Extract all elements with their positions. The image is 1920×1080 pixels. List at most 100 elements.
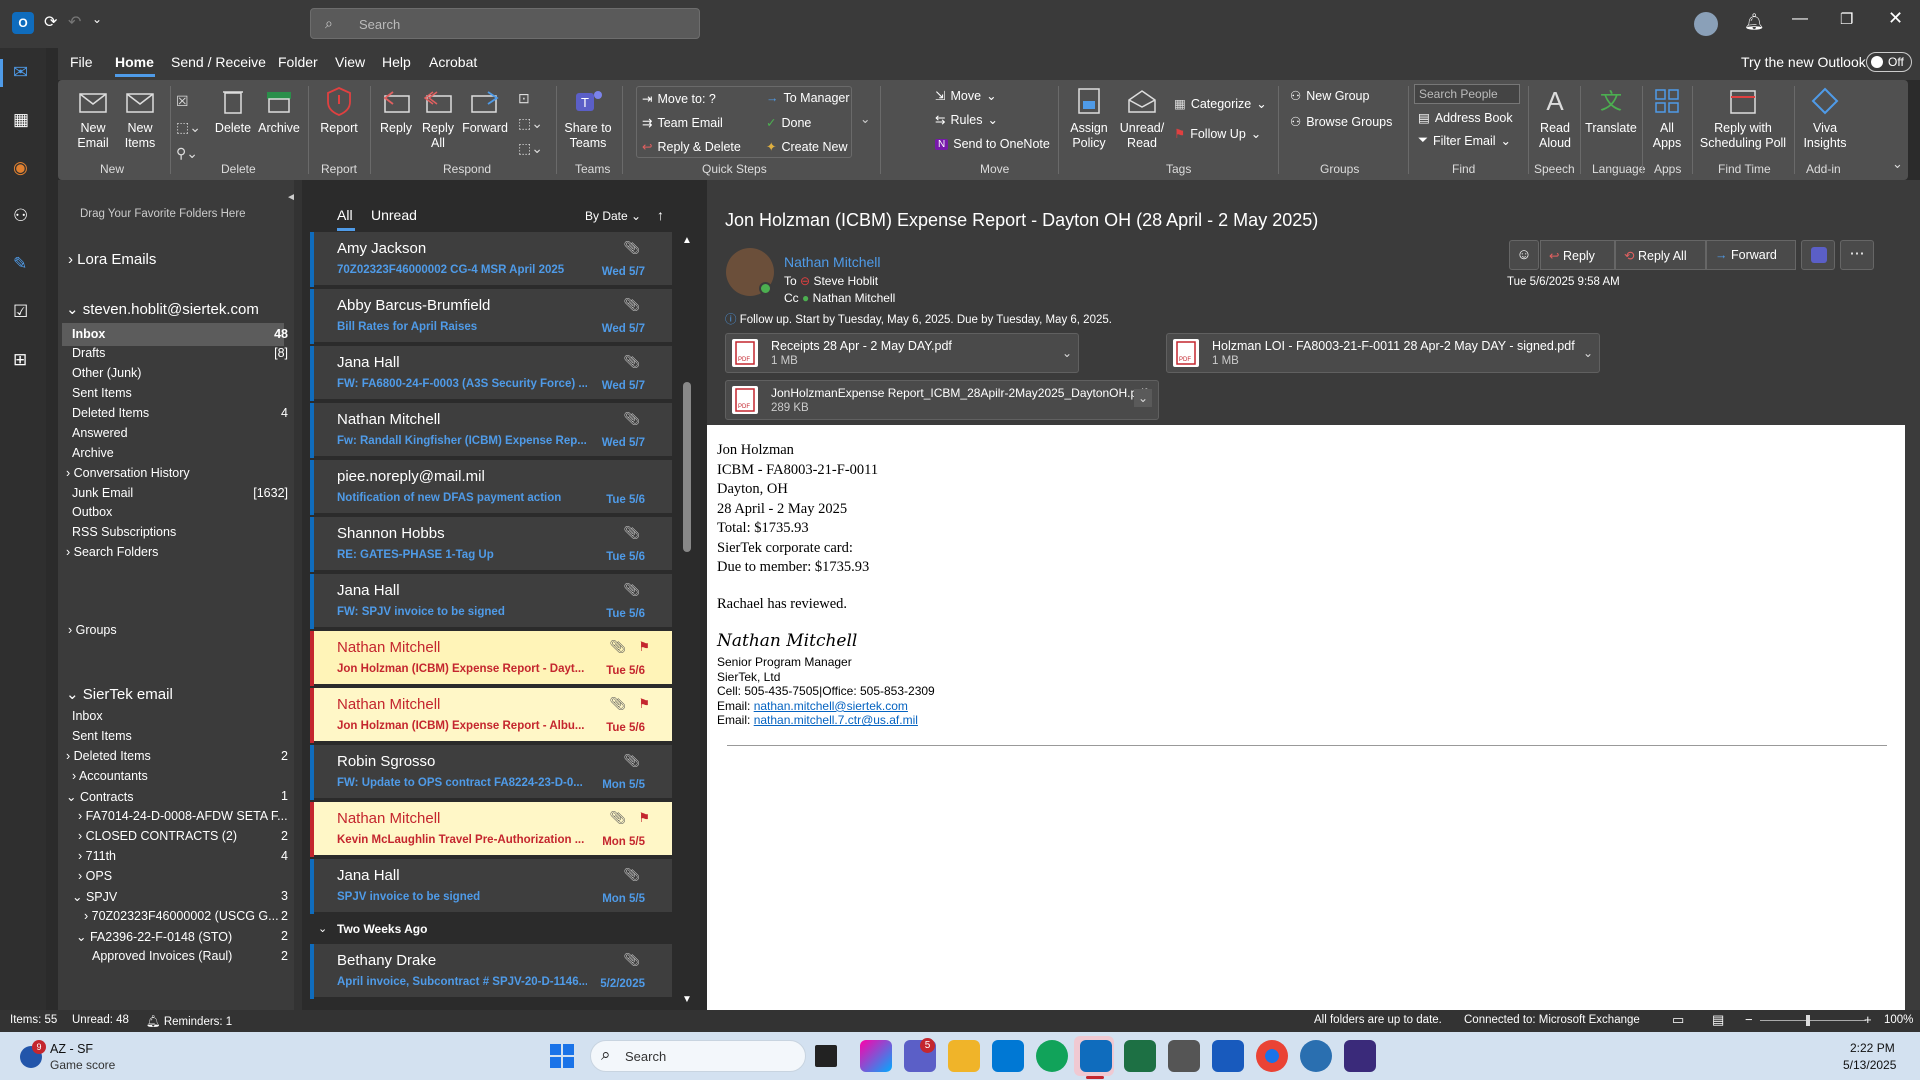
scroll-down-icon[interactable]: ▼ [682, 994, 692, 1005]
weather-title[interactable]: AZ - SF [50, 1042, 93, 1056]
list-item[interactable]: Jana Hall FW: SPJV invoice to be signed Tu… [310, 574, 672, 629]
email-link[interactable]: nathan.mitchell.7.ctr@us.af.mil [754, 713, 918, 727]
forward-button[interactable]: → Forward [1706, 240, 1796, 270]
list-item[interactable]: Jana Hall SPJV invoice to be signed Mon 5/… [310, 859, 672, 914]
scroll-thumb[interactable] [683, 382, 691, 552]
assign-policy-button[interactable]: Assign Policy [1064, 84, 1114, 151]
folder-item[interactable]: Answered [72, 426, 128, 440]
reading-view-icon[interactable]: ▤ [1712, 1012, 1724, 1028]
copilot-icon[interactable] [860, 1040, 892, 1072]
search-people-input[interactable]: Search People [1414, 84, 1520, 104]
cc-recipient[interactable]: Nathan Mitchell [813, 291, 896, 305]
folder-scrollbar[interactable] [294, 180, 302, 1010]
clock-date[interactable]: 5/13/2025 [1843, 1058, 1896, 1072]
folder-item[interactable]: › OPS [78, 869, 112, 883]
attachment-receipts[interactable]: PDF Receipts 28 Apr - 2 May DAY.pdf 1 MB… [725, 333, 1079, 373]
list-item[interactable]: Shannon Hobbs RE: GATES-PHASE 1-Tag Up Tue… [310, 517, 672, 572]
tab-folder[interactable]: Folder [278, 54, 318, 70]
task-view-icon[interactable] [815, 1045, 837, 1067]
taskbar-search[interactable]: ⌕ Search [590, 1040, 806, 1072]
ribbon-collapse-icon[interactable]: ⌄ [1892, 156, 1903, 172]
viva-insights-button[interactable]: Viva Insights [1798, 84, 1852, 151]
avatar[interactable] [1694, 12, 1718, 36]
sort-by-date[interactable]: By Date ⌄ [585, 209, 641, 223]
search-box[interactable]: ⌕ Search [310, 8, 700, 39]
todo-icon[interactable]: ✎ [13, 254, 27, 274]
rules-button[interactable]: ⇆ Rules ⌄ [935, 112, 998, 128]
address-book-button[interactable]: ▤ Address Book [1418, 110, 1513, 126]
folder-item[interactable]: ⌄ Contracts [66, 789, 133, 804]
zoom-out-icon[interactable]: − [1745, 1012, 1753, 1027]
ribbon-forward-button[interactable]: Forward [460, 84, 510, 136]
folder-item[interactable]: Outbox [72, 505, 112, 519]
folder-item[interactable]: RSS Subscriptions [72, 525, 176, 539]
app-icon[interactable] [1300, 1040, 1332, 1072]
folder-item[interactable]: Sent Items [72, 386, 132, 400]
people-icon[interactable]: ⚇ [13, 206, 28, 226]
all-apps-button[interactable]: All Apps [1646, 84, 1688, 151]
quickstep-create-new[interactable]: ✦ Create New [766, 139, 847, 155]
list-item[interactable]: Robin Sgrosso FW: Update to OPS contract … [310, 745, 672, 800]
bell-icon[interactable]: 🔔︎ [1744, 12, 1764, 32]
unread-read-button[interactable]: Unread/ Read [1116, 84, 1168, 151]
reply-all-button[interactable]: ⟲ Reply All [1615, 240, 1706, 270]
chrome-icon[interactable] [1256, 1040, 1288, 1072]
read-aloud-button[interactable]: A Read Aloud [1534, 84, 1576, 151]
folder-item[interactable]: ⌄ FA2396-22-F-0148 (STO) [76, 929, 232, 944]
scheduling-poll-button[interactable]: Reply with Scheduling Poll [1698, 84, 1788, 151]
windows-start-icon[interactable] [550, 1044, 574, 1068]
list-item[interactable]: Bethany Drake April invoice, Subcontract … [310, 944, 672, 999]
folder-item[interactable]: › 711th [78, 849, 116, 863]
customize-toolbar-icon[interactable]: ⌄ [92, 12, 102, 26]
folder-item[interactable]: Drafts [72, 346, 105, 360]
excel-icon[interactable] [1124, 1040, 1156, 1072]
folder-item[interactable]: ⌄ SPJV [72, 889, 117, 904]
flag-icon[interactable]: ⚑ [638, 696, 650, 712]
sender-name[interactable]: Nathan Mitchell [784, 254, 881, 270]
tab-help[interactable]: Help [382, 54, 411, 70]
more-actions-button[interactable]: ⋯ [1840, 240, 1874, 270]
folder-item[interactable]: › Search Folders [66, 545, 158, 559]
translate-button[interactable]: 文 Translate [1584, 84, 1638, 136]
tab-file[interactable]: File [70, 54, 93, 70]
clock-time[interactable]: 2:22 PM [1850, 1041, 1895, 1055]
quickstep-team-email[interactable]: ⇉ Team Email [642, 115, 723, 131]
send-to-onenote-button[interactable]: N Send to OneNote [935, 137, 1050, 151]
try-new-outlook-toggle[interactable]: Off [1866, 52, 1912, 72]
folder-item[interactable]: Deleted Items [72, 406, 149, 420]
browse-groups-button[interactable]: ⚇ Browse Groups [1290, 114, 1392, 130]
list-item[interactable]: Amy Jackson 70Z02323F46000002 CG-4 MSR Ap… [310, 232, 672, 287]
scroll-up-icon[interactable]: ▲ [682, 235, 692, 246]
quick-steps-expand-icon[interactable]: ⌄ [860, 111, 870, 126]
share-to-teams-button[interactable]: T Share to Teams [562, 84, 614, 151]
cleanup-icons[interactable]: ☒ ⬚⌄ ⚲⌄ [176, 88, 201, 166]
folder-item[interactable]: Other (Junk) [72, 366, 141, 380]
ribbon-reply-all-button[interactable]: Reply All [418, 84, 458, 151]
minimize-button[interactable]: — [1792, 10, 1808, 28]
store-icon[interactable] [992, 1040, 1024, 1072]
zoom-in-icon[interactable]: + [1864, 1012, 1872, 1027]
folder-item[interactable]: › Accountants [72, 769, 148, 783]
filter-email-button[interactable]: ⏷ Filter Email ⌄ [1418, 133, 1511, 148]
folder-item[interactable]: Inbox [72, 709, 103, 723]
flag-icon[interactable]: ⚑ [638, 810, 650, 826]
calendar-icon[interactable]: ▦ [13, 110, 29, 130]
file-explorer-icon[interactable] [948, 1040, 980, 1072]
zoom-slider-thumb[interactable] [1806, 1015, 1810, 1026]
list-item[interactable]: piee.noreply@mail.mil Notification of new… [310, 460, 672, 515]
restore-button[interactable]: ❐ [1840, 10, 1853, 28]
folder-item[interactable]: › FA7014-24-D-0008-AFDW SETA F... [78, 809, 288, 823]
emoji-reaction-button[interactable]: ☺ [1509, 240, 1539, 270]
folder-groups[interactable]: › Groups [68, 623, 117, 637]
quickstep-to-manager[interactable]: → To Manager [766, 91, 850, 105]
normal-view-icon[interactable]: ▭ [1672, 1012, 1684, 1028]
folder-item[interactable]: › CLOSED CONTRACTS (2) [78, 829, 237, 843]
tasks-icon[interactable]: ☑ [13, 302, 28, 322]
tab-unread[interactable]: Unread [371, 207, 417, 223]
quickstep-move-to[interactable]: ⇥ Move to: ? [642, 91, 716, 107]
categorize-button[interactable]: ▦ Categorize ⌄ [1174, 96, 1267, 112]
follow-up-button[interactable]: ⚑ Follow Up ⌄ [1174, 126, 1261, 142]
list-item[interactable]: Nathan Mitchell Kevin McLaughlin Travel P… [310, 802, 672, 857]
folder-item[interactable]: Junk Email [72, 486, 133, 500]
edge-icon[interactable] [1036, 1040, 1068, 1072]
